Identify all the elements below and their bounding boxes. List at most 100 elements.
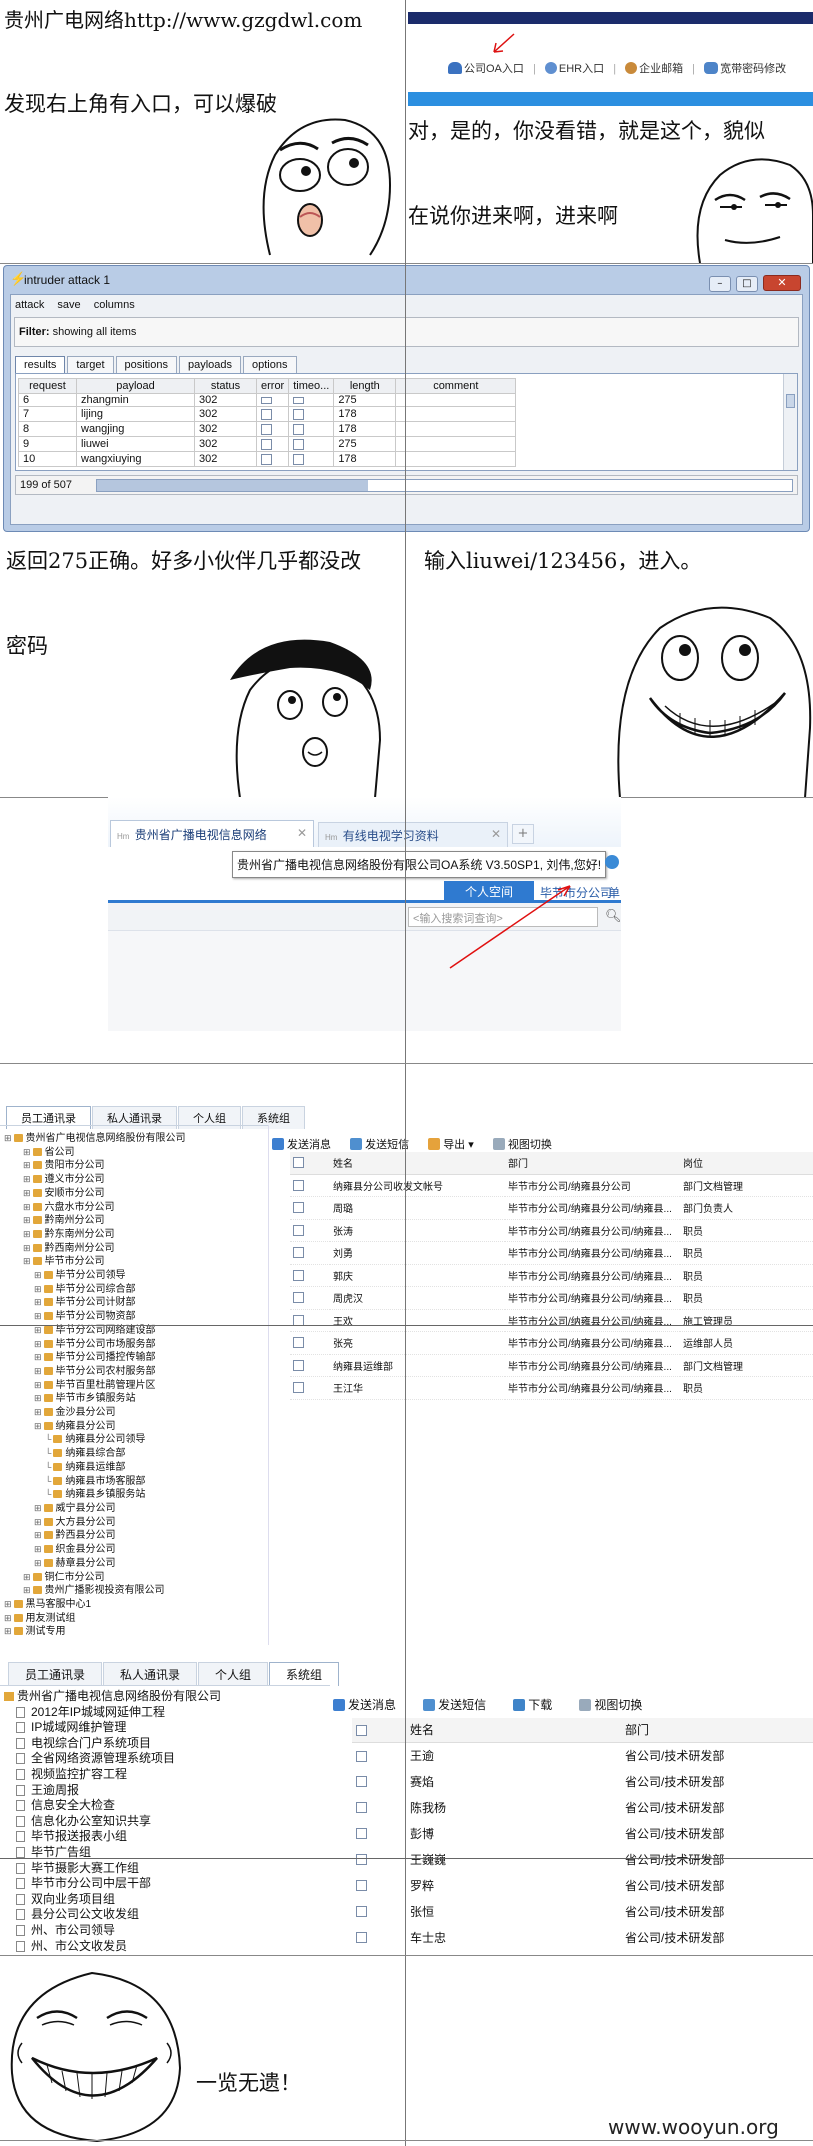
row-checkbox[interactable] [356,1750,367,1762]
browser-tab-active[interactable]: Hm 贵州省广播电视信息网络 ✕ [110,820,314,847]
group-node[interactable]: 信息安全大检查 [4,1797,329,1813]
row-checkbox[interactable] [356,1854,367,1866]
tree-node[interactable]: ⊞ 铜仁市分公司 [4,1571,266,1585]
table-row[interactable]: 王欢 毕节市分公司/纳雍县分公司/纳雍县... 施工管理员 [290,1309,813,1332]
table-row[interactable]: 纳雍县分公司收发文帐号 毕节市分公司/纳雍县分公司 部门文档管理 [290,1174,813,1197]
expand-toggle-icon[interactable]: ⊞ [34,1407,42,1417]
tree-node[interactable]: ⊞ 威宁县分公司 [4,1502,266,1516]
browser-tab-2[interactable]: Hm 有线电视学习资料 ✕ [318,822,508,847]
table-row[interactable]: 7 lijing 302 178 [18,406,517,422]
tree-node[interactable]: ⊞ 毕节市分公司 [4,1255,266,1269]
group-node[interactable]: 州、市公司领导 [4,1922,329,1938]
table-row[interactable]: 王逾 省公司/技术研发部 [352,1742,813,1768]
tree-node[interactable]: ⊞ 贵阳市分公司 [4,1159,266,1173]
group-node[interactable]: 州、市公文收发员 [4,1938,329,1954]
table-row[interactable]: 罗粹 省公司/技术研发部 [352,1872,813,1898]
table-row[interactable]: 车士忠 省公司/技术研发部 [352,1924,813,1950]
group-node[interactable]: 视频监控扩容工程 [4,1766,329,1782]
tree-node[interactable]: ⊞ 黑马客服中心1 [4,1598,266,1612]
expand-toggle-icon[interactable]: ⊞ [34,1284,42,1294]
tab-private-directory[interactable]: 私人通讯录 [103,1662,198,1686]
row-checkbox[interactable] [356,1932,367,1944]
col-payload[interactable]: payload [76,378,195,394]
download-button[interactable]: 下载 [513,1696,552,1713]
header-checkbox[interactable] [356,1725,367,1737]
expand-toggle-icon[interactable]: ⊞ [23,1188,31,1198]
tree-node[interactable]: └ 纳雍县分公司领导 [4,1433,266,1447]
broadband-password-link[interactable]: 宽带密码修改 [704,62,786,75]
expand-toggle-icon[interactable]: ⊞ [34,1558,42,1568]
tree-node[interactable]: ⊞ 毕节市乡镇服务站 [4,1392,266,1406]
expand-toggle-icon[interactable]: ⊞ [23,1585,31,1595]
menu-save[interactable]: save [57,299,80,311]
tree-node[interactable]: ⊞ 贵州广播影视投资有限公司 [4,1584,266,1598]
table-row[interactable]: 张恒 省公司/技术研发部 [352,1898,813,1924]
tab-close-icon[interactable]: ✕ [297,826,307,840]
expand-toggle-icon[interactable]: ⊞ [23,1229,31,1239]
row-checkbox[interactable] [293,1247,304,1259]
row-checkbox[interactable] [293,1359,304,1371]
group-node[interactable]: 毕节摄影大赛工作组 [4,1860,329,1876]
row-checkbox[interactable] [293,1382,304,1394]
tab-payloads[interactable]: payloads [178,356,242,373]
select-all-header[interactable] [352,1718,406,1743]
group-node[interactable]: 信息化办公室知识共享 [4,1813,329,1829]
send-sms-button[interactable]: 发送短信 [423,1696,486,1713]
tab-positions[interactable]: positions [115,356,177,373]
row-checkbox[interactable] [356,1802,367,1814]
expand-toggle-icon[interactable]: ⊞ [34,1325,42,1335]
view-switch-button[interactable]: 视图切换 [492,1136,552,1152]
tab-target[interactable]: target [67,356,114,373]
enterprise-mail-link[interactable]: 企业邮箱 [625,62,683,75]
tree-node[interactable]: └ 纳雍县市场客服部 [4,1475,266,1489]
row-checkbox[interactable] [293,1337,304,1349]
col-error[interactable]: error [255,378,290,394]
row-checkbox[interactable] [293,1269,304,1281]
group-node[interactable]: 毕节报送报表小组 [4,1828,329,1844]
tree-node[interactable]: ⊞ 金沙县分公司 [4,1406,266,1420]
group-node[interactable]: 王逾周报 [4,1782,329,1798]
table-row[interactable]: 9 liuwei 302 275 [18,436,517,452]
vertical-scrollbar[interactable] [783,374,797,470]
group-node[interactable]: 双向业务项目组 [4,1891,329,1907]
tree-node[interactable]: ⊞ 遵义市分公司 [4,1173,266,1187]
row-checkbox[interactable] [356,1880,367,1892]
nav-more[interactable]: 单 [608,884,620,901]
expand-toggle-icon[interactable]: ⊞ [34,1366,42,1376]
row-checkbox[interactable] [356,1828,367,1840]
col-timeout[interactable]: timeo... [288,378,335,394]
table-row[interactable]: 周虎汉 毕节市分公司/纳雍县分公司/纳雍县... 职员 [290,1286,813,1310]
table-row[interactable]: 郭庆 毕节市分公司/纳雍县分公司/纳雍县... 职员 [290,1264,813,1287]
tab-system-group[interactable]: 系统组 [269,1662,340,1686]
tree-node[interactable]: ⊞ 纳雍县分公司 [4,1420,266,1434]
expand-toggle-icon[interactable]: ⊞ [23,1160,31,1170]
col-department[interactable]: 部门 [505,1152,680,1175]
expand-toggle-icon[interactable]: ⊞ [23,1243,31,1253]
expand-toggle-icon[interactable]: ⊞ [4,1599,12,1609]
tree-node[interactable]: ⊞ 毕节分公司物资部 [4,1310,266,1324]
tree-node[interactable]: ⊞ 测试专用 [4,1625,266,1639]
scroll-thumb[interactable] [786,394,795,408]
tree-node[interactable]: ⊞ 黔东南州分公司 [4,1228,266,1242]
expand-toggle-icon[interactable]: ⊞ [34,1380,42,1390]
expand-toggle-icon[interactable]: ⊞ [34,1393,42,1403]
col-name[interactable]: 姓名 [406,1718,621,1743]
tree-node[interactable]: ⊞ 毕节分公司计财部 [4,1296,266,1310]
menu-columns[interactable]: columns [94,299,135,311]
table-row[interactable]: 6 zhangmin 302 275 [18,393,517,407]
export-button[interactable]: 导出 ▾ [428,1136,474,1152]
tree-node[interactable]: ⊞ 毕节分公司市场服务部 [4,1338,266,1352]
col-length[interactable]: length [333,378,397,394]
group-node[interactable]: IP城域网维护管理 [4,1719,329,1735]
expand-toggle-icon[interactable]: ⊞ [34,1517,42,1527]
row-checkbox[interactable] [356,1776,367,1788]
expand-toggle-icon[interactable]: ⊞ [23,1572,31,1582]
minimize-button[interactable]: – [708,276,731,292]
tree-node[interactable]: └ 纳雍县乡镇服务站 [4,1488,266,1502]
tree-node[interactable]: ⊞ 毕节百里杜鹃管理片区 [4,1379,266,1393]
expand-toggle-icon[interactable]: ⊞ [23,1147,31,1157]
table-row[interactable]: 彭博 省公司/技术研发部 [352,1820,813,1846]
select-all-header[interactable] [290,1152,330,1175]
tree-node[interactable]: ⊞ 黔西南州分公司 [4,1242,266,1256]
group-node[interactable]: 电视综合门户系统项目 [4,1735,329,1751]
